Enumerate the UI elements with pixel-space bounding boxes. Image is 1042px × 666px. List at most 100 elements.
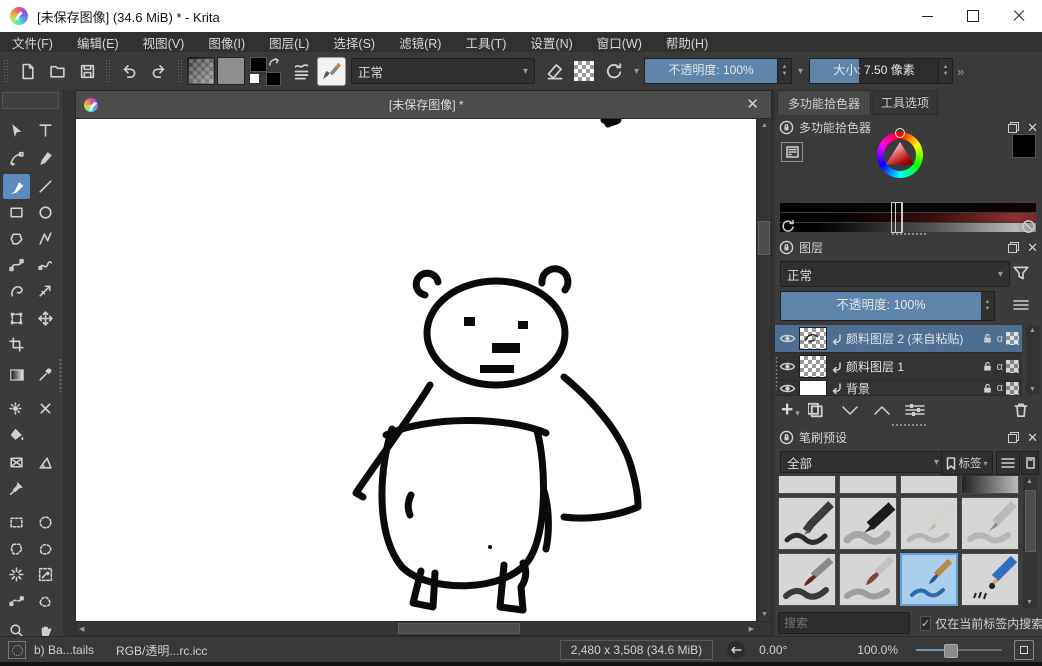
scroll-down-icon[interactable]: ▼ (1029, 386, 1036, 393)
layer-thumbnail[interactable] (799, 355, 827, 378)
layer-filter-button[interactable] (1008, 260, 1034, 286)
alpha-lock-badge[interactable]: α (997, 361, 1003, 373)
menu-help[interactable]: 帮助(H) (654, 33, 720, 52)
foreground-background-colors[interactable] (249, 56, 283, 86)
canvas-rotation-button[interactable] (727, 641, 745, 659)
scroll-left-icon[interactable]: ◀ (79, 625, 84, 633)
zoom-slider[interactable] (916, 643, 1002, 657)
brush-preset-paintbrush[interactable] (778, 553, 836, 606)
tool-transform-select[interactable] (3, 118, 30, 143)
tool-bezier-selection[interactable] (3, 588, 30, 613)
panel-splitter-handle[interactable] (775, 356, 778, 390)
color-selector-settings-button[interactable] (781, 142, 803, 162)
delete-layer-button[interactable] (1012, 401, 1030, 419)
tool-calligraphy[interactable] (32, 146, 59, 171)
save-button[interactable] (73, 57, 101, 85)
layer-opacity-slider[interactable]: 不透明度: 100% (780, 291, 982, 321)
move-layer-down-button[interactable] (840, 403, 860, 417)
close-docker-icon[interactable]: ✕ (1027, 121, 1038, 134)
tool-similar-color-selection[interactable] (3, 562, 30, 587)
scroll-right-icon[interactable]: ▶ (749, 625, 754, 633)
layer-row-paint-layer-1[interactable]: 颜料图层 1 α (775, 353, 1022, 381)
add-layer-dropdown-arrow[interactable]: ▾ (795, 408, 800, 419)
inherit-alpha-icon[interactable] (1006, 332, 1019, 345)
scroll-up-icon[interactable]: ▲ (1029, 327, 1036, 334)
close-docker-icon[interactable]: ✕ (1027, 241, 1038, 254)
layer-opacity-spinner[interactable]: ▲▼ (981, 291, 995, 321)
hue-ring[interactable] (877, 132, 923, 178)
tool-polyline[interactable] (32, 226, 59, 251)
layer-thumbnail[interactable] (799, 327, 827, 350)
brush-scroll-thumb[interactable] (1025, 490, 1036, 552)
subwindow-titlebar[interactable]: [未保存图像] * ✕ (76, 91, 771, 119)
move-layer-up-button[interactable] (872, 403, 892, 417)
brush-details-toggle-button[interactable] (1021, 451, 1039, 475)
reload-preset-button[interactable] (600, 57, 628, 85)
tool-rectangle[interactable] (3, 200, 30, 225)
float-docker-icon[interactable] (1008, 122, 1019, 133)
gradient-chooser[interactable] (187, 57, 215, 85)
choose-brush-preset-button[interactable] (287, 57, 315, 85)
brush-preset-white-pen[interactable] (900, 497, 958, 550)
brush-grid-scrollbar[interactable]: ▲ ▼ (1023, 476, 1037, 608)
brush-preset-marker[interactable] (839, 497, 897, 550)
menu-view[interactable]: 视图(V) (131, 33, 197, 52)
tool-multibrush[interactable] (32, 278, 59, 303)
brush-preset-silver-pen[interactable] (961, 497, 1019, 550)
brush-preset-tile[interactable] (778, 476, 836, 494)
add-layer-button[interactable]: + (781, 398, 793, 422)
tool-select-from-color[interactable] (32, 562, 59, 587)
tool-freehand-brush[interactable] (3, 174, 30, 199)
layer-list-options-button[interactable] (1008, 293, 1034, 317)
size-spinner[interactable]: ▲▼ (939, 58, 953, 84)
brush-search-input[interactable] (778, 612, 910, 634)
reload-dropdown-arrow[interactable]: ▾ (634, 66, 639, 77)
preserve-alpha-button[interactable] (570, 57, 598, 85)
layer-properties-button[interactable] (904, 402, 926, 418)
toolbar-overflow-button[interactable]: » (957, 64, 964, 79)
menu-filter[interactable]: 滤镜(R) (387, 33, 453, 52)
tab-tool-options[interactable]: 工具选项 (872, 90, 938, 115)
menu-select[interactable]: 选择(S) (321, 33, 387, 52)
brush-preset-tile[interactable] (839, 476, 897, 494)
toolbar-grip[interactable] (105, 59, 111, 83)
statusbar-rotation-angle[interactable]: 0.00° (759, 643, 787, 657)
pattern-chooser[interactable] (217, 57, 245, 85)
tool-freehand-path[interactable] (32, 252, 59, 277)
layer-blending-mode-dropdown[interactable]: 正常 ▾ (780, 261, 1010, 287)
tool-elliptical-selection[interactable] (32, 510, 59, 535)
alpha-lock-badge[interactable]: α (997, 382, 1003, 394)
eraser-mode-button[interactable] (540, 57, 568, 85)
float-docker-icon[interactable] (1008, 432, 1019, 443)
toolbar-grip[interactable] (177, 59, 183, 83)
docker-splitter[interactable] (892, 233, 926, 235)
open-document-button[interactable] (43, 57, 71, 85)
toolbox-splitter-handle[interactable] (59, 358, 62, 392)
scroll-up-icon[interactable]: ▲ (1026, 478, 1033, 485)
zoom-to-fit-button[interactable] (1014, 640, 1034, 660)
tool-freehand-selection[interactable] (32, 536, 59, 561)
canvas-horizontal-scrollbar[interactable]: ◀ ▶ (76, 621, 771, 635)
statusbar-brush-name[interactable]: b) Ba...tails (34, 643, 94, 657)
brush-tag-filter-dropdown[interactable]: 全部 ▾ (780, 451, 946, 473)
layer-lock-icon[interactable] (981, 360, 994, 373)
layer-list-scrollbar[interactable]: ▲ ▼ (1026, 325, 1040, 395)
tool-edit-shapes[interactable] (3, 146, 30, 171)
red-shade-bar[interactable] (780, 213, 1036, 222)
tool-transform[interactable] (3, 306, 30, 331)
search-scope-checkbox[interactable]: ✓ (920, 616, 931, 631)
tool-dynamic-brush[interactable] (3, 278, 30, 303)
toolbar-grip[interactable] (3, 59, 9, 83)
duplicate-layer-button[interactable] (808, 400, 828, 420)
tool-rectangular-selection[interactable] (3, 510, 30, 535)
tool-polygon[interactable] (3, 226, 30, 251)
tool-enclose-fill[interactable] (3, 450, 30, 475)
tool-measure[interactable] (32, 450, 59, 475)
tool-smart-patch[interactable] (32, 396, 59, 421)
tool-colorize-mask[interactable] (3, 396, 30, 421)
tool-ellipse[interactable] (32, 200, 59, 225)
brush-preset-watercolor-selected[interactable] (900, 553, 958, 606)
layer-lock-icon[interactable] (981, 382, 994, 395)
blending-mode-dropdown[interactable]: 正常 ▾ (351, 58, 535, 84)
docker-lock-icon[interactable] (779, 240, 794, 255)
